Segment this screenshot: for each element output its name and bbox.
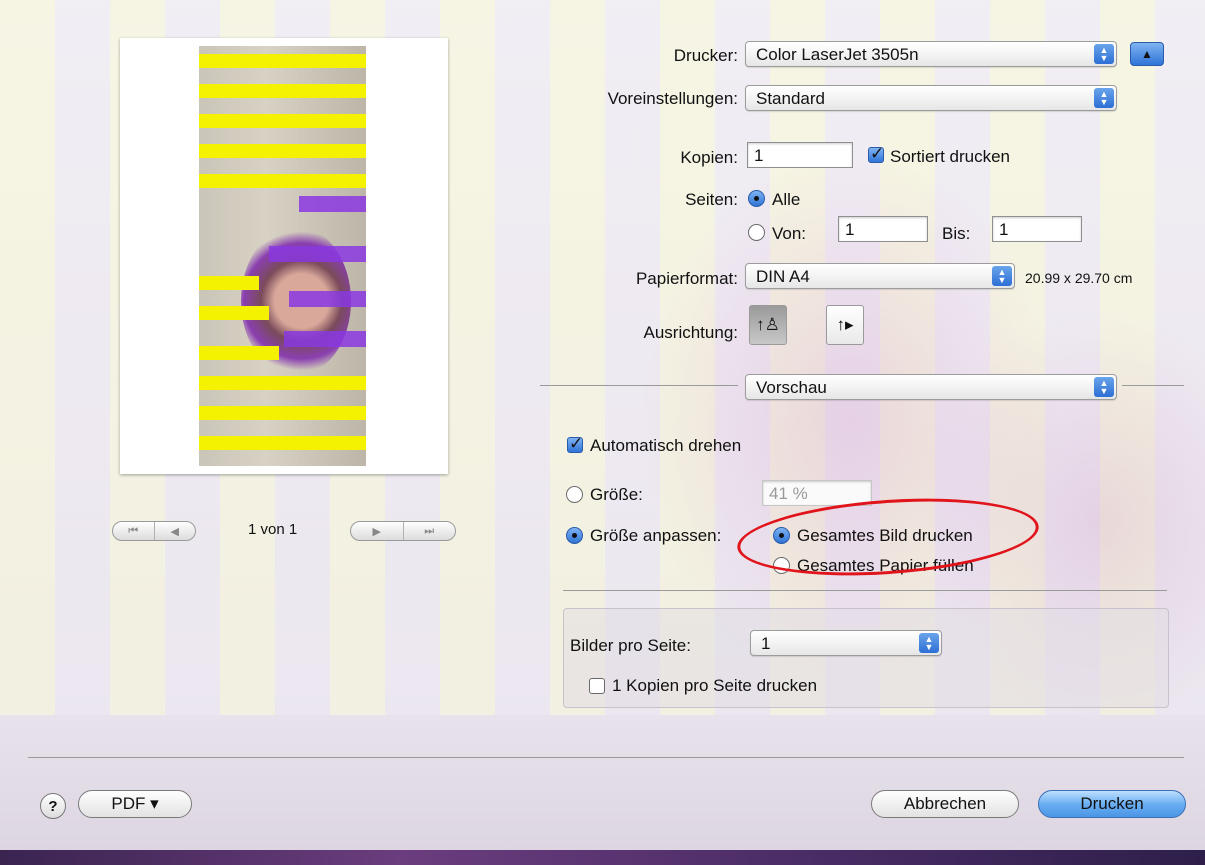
collapse-details-button[interactable]: ▲ (1130, 42, 1164, 66)
pdf-menu-button[interactable]: PDF ▾ (78, 790, 192, 818)
section-select[interactable]: Vorschau ▲ ▼ (745, 374, 1117, 400)
first-page-icon[interactable]: ⏮ (113, 522, 154, 540)
disclosure-up-icon: ▲ (1141, 47, 1153, 61)
next-page-icon[interactable]: ▶ (351, 522, 403, 540)
paper-size-value: DIN A4 (756, 267, 810, 286)
copies-label: Kopien: (680, 148, 738, 167)
preview-image (199, 46, 366, 466)
copies-per-page-label: 1 Kopien pro Seite drucken (612, 676, 818, 695)
landscape-orientation-button[interactable]: ↑▸ (826, 305, 864, 345)
images-per-page-label: Bilder pro Seite: (570, 636, 691, 655)
footer-divider (28, 757, 1184, 758)
printer-label: Drucker: (673, 46, 738, 65)
help-icon: ? (48, 797, 58, 815)
pages-all-radio[interactable] (748, 190, 765, 207)
popup-arrows-icon: ▲ ▼ (992, 266, 1012, 286)
pages-from-input[interactable]: 1 (838, 216, 928, 242)
next-last-page-buttons[interactable]: ▶ ⏭ (350, 521, 456, 541)
first-prev-page-buttons[interactable]: ⏮ ◀ (112, 521, 196, 541)
auto-rotate-label: Automatisch drehen (590, 436, 742, 455)
auto-rotate-checkbox[interactable] (567, 434, 583, 454)
copies-per-page-checkbox[interactable] (589, 678, 605, 694)
printer-select[interactable]: Color LaserJet 3505n ▲ ▼ (745, 41, 1117, 67)
portrait-orientation-icon: ↑♙ (756, 315, 780, 334)
pages-all-label: Alle (772, 190, 801, 209)
options-divider (563, 590, 1167, 591)
pages-range-radio[interactable] (748, 224, 765, 241)
paper-size-label: Papierformat: (635, 269, 738, 288)
scale-label: Größe: (590, 485, 643, 504)
desktop-background (0, 850, 1205, 865)
cancel-button[interactable]: Abbrechen (871, 790, 1019, 818)
images-per-page-select[interactable]: 1 ▲ ▼ (750, 630, 942, 656)
popup-arrows-icon: ▲ ▼ (1094, 44, 1114, 64)
print-button[interactable]: Drucken (1038, 790, 1186, 818)
popup-arrows-icon: ▲ ▼ (919, 633, 939, 653)
dialog-footer-area (0, 715, 1205, 850)
section-value: Vorschau (756, 378, 827, 397)
pages-to-label: Bis: (942, 224, 971, 243)
paper-size-dimensions: 20.99 x 29.70 cm (1025, 270, 1133, 286)
fit-radio[interactable] (566, 527, 583, 544)
pages-from-label: Von: (772, 224, 807, 243)
presets-select[interactable]: Standard ▲ ▼ (745, 85, 1117, 111)
popup-arrows-icon: ▲ ▼ (1094, 88, 1114, 108)
printer-value: Color LaserJet 3505n (756, 45, 919, 64)
pages-label: Seiten: (685, 190, 738, 209)
popup-arrows-icon: ▲ ▼ (1094, 377, 1114, 397)
pages-to-input[interactable]: 1 (992, 216, 1082, 242)
paper-size-select[interactable]: DIN A4 ▲ ▼ (745, 263, 1015, 289)
page-indicator: 1 von 1 (248, 521, 298, 538)
presets-value: Standard (756, 89, 825, 108)
previous-page-icon[interactable]: ◀ (153, 522, 196, 540)
fit-label: Größe anpassen: (590, 526, 722, 545)
last-page-icon[interactable]: ⏭ (402, 522, 456, 540)
landscape-orientation-icon: ↑▸ (836, 315, 854, 334)
portrait-orientation-button[interactable]: ↑♙ (749, 305, 787, 345)
copies-input[interactable]: 1 (747, 142, 853, 168)
print-preview-page (120, 38, 448, 474)
collate-checkbox[interactable] (868, 144, 884, 164)
scale-radio[interactable] (566, 486, 583, 503)
section-divider-left (540, 385, 738, 386)
presets-label: Voreinstellungen: (607, 89, 738, 108)
orientation-label: Ausrichtung: (643, 323, 739, 342)
help-button[interactable]: ? (40, 793, 66, 819)
collate-label: Sortiert drucken (890, 147, 1010, 166)
images-per-page-value: 1 (761, 634, 771, 653)
section-divider-right (1122, 385, 1184, 386)
